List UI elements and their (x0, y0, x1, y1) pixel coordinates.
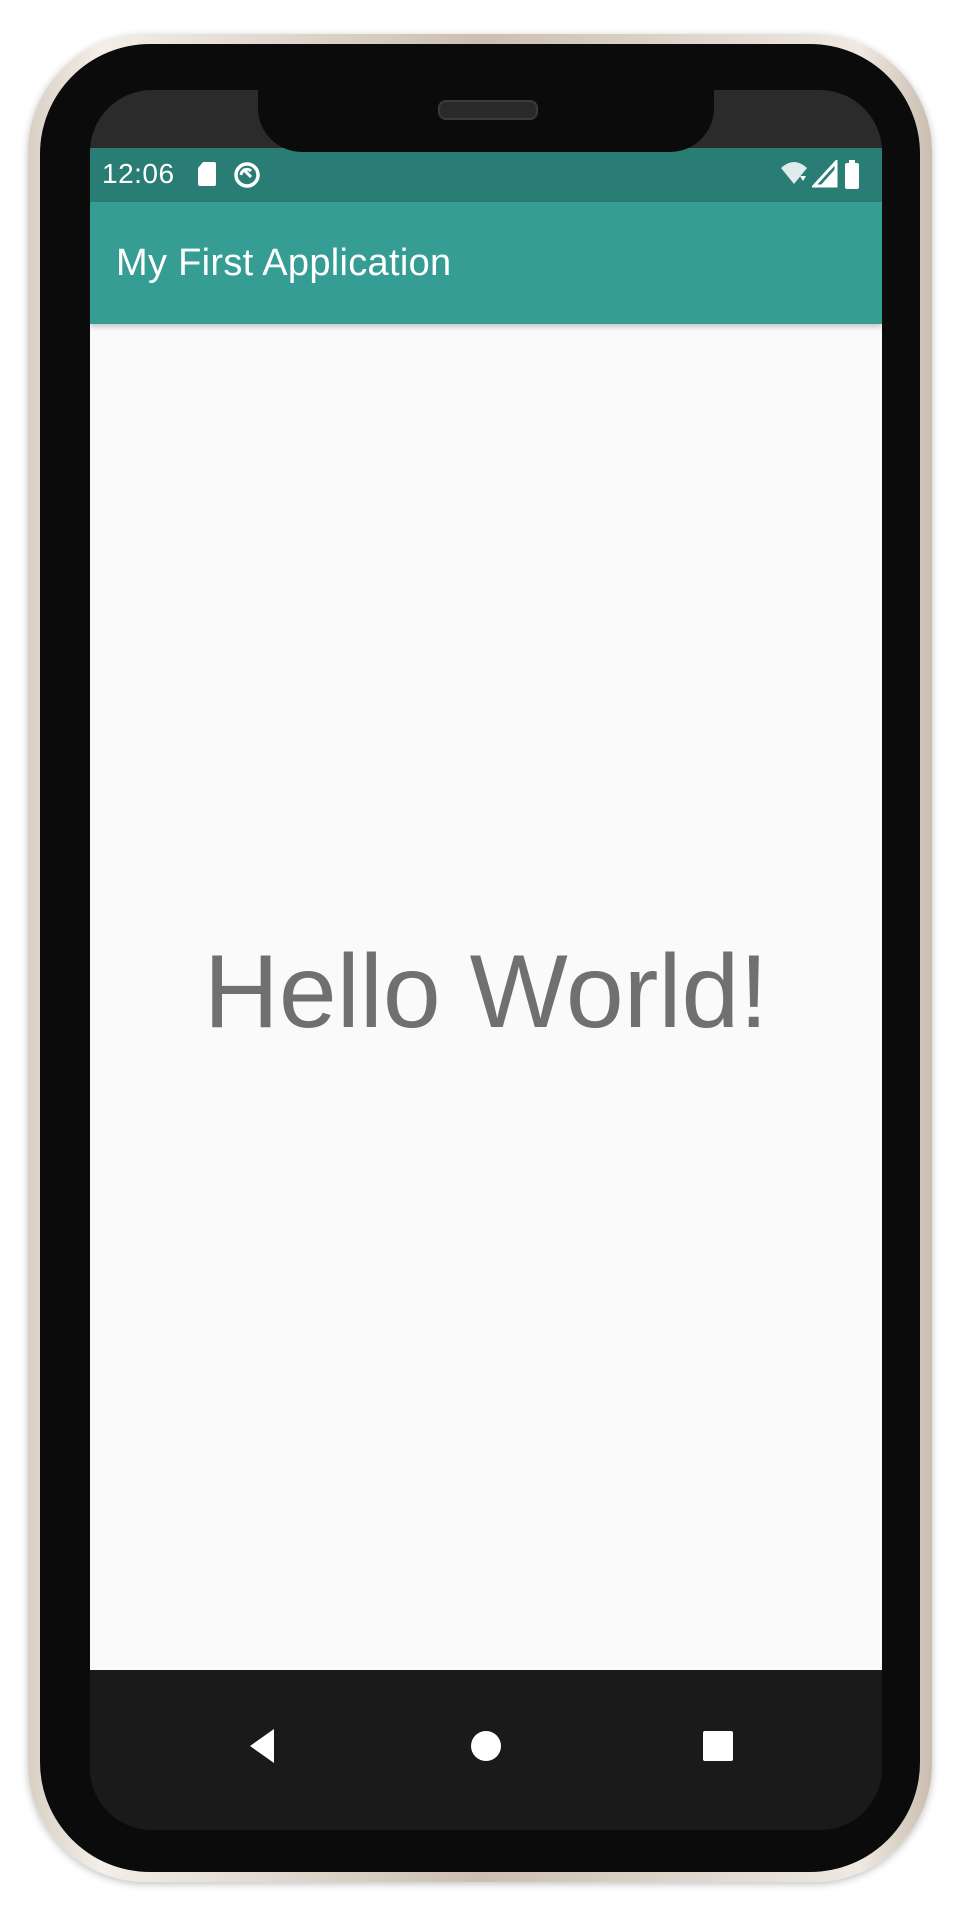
camera-notch (258, 90, 714, 152)
navigation-bar (90, 1670, 882, 1830)
device-mockup: 12:06 My First Application Hello World! (0, 0, 960, 1920)
recents-button[interactable] (678, 1708, 758, 1788)
back-icon (246, 1727, 278, 1769)
status-bar: 12:06 (90, 148, 882, 202)
recents-icon (703, 1731, 733, 1765)
sync-disabled-icon (232, 160, 262, 194)
main-content: Hello World! (90, 324, 882, 1670)
app-title: My First Application (116, 242, 452, 284)
signal-icon (810, 158, 838, 192)
hello-world-text: Hello World! (203, 934, 769, 1050)
speaker-grille (438, 100, 538, 120)
sd-card-icon (196, 160, 218, 192)
wifi-icon (780, 160, 808, 190)
home-icon (470, 1730, 502, 1766)
phone-screen: 12:06 My First Application Hello World! (90, 90, 882, 1830)
back-button[interactable] (222, 1708, 302, 1788)
battery-icon (844, 160, 860, 194)
status-time: 12:06 (102, 158, 175, 189)
home-button[interactable] (446, 1708, 526, 1788)
app-toolbar: My First Application (90, 202, 882, 324)
